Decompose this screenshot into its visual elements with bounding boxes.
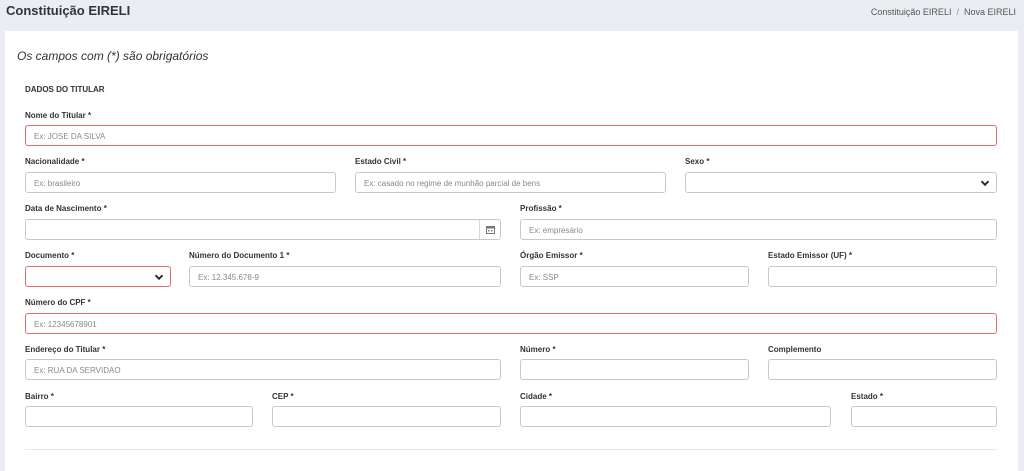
label-bairro: Bairro *	[25, 392, 54, 401]
page-header: Constituição EIRELI Constituição EIRELI /…	[0, 0, 1024, 30]
nacionalidade-placeholder: Ex: brasileiro	[34, 179, 81, 188]
breadcrumb-item-nova: Nova EIRELI	[963, 7, 1016, 17]
estado-input[interactable]	[851, 406, 997, 427]
label-sexo: Sexo *	[685, 157, 710, 166]
label-cidade: Cidade *	[520, 392, 553, 401]
cpf-input[interactable]: Ex: 12345678901	[25, 313, 997, 334]
nacionalidade-input[interactable]: Ex: brasileiro	[25, 172, 336, 193]
page-title: Constituição EIRELI	[6, 3, 131, 18]
profissao-placeholder: Ex: empresário	[529, 226, 583, 235]
data-nascimento-input[interactable]	[25, 219, 501, 240]
label-estado: Estado *	[851, 392, 884, 401]
sexo-select[interactable]	[685, 172, 997, 193]
nome-titular-placeholder: Ex: JOSE DA SILVA	[34, 132, 106, 141]
chevron-down-icon	[154, 274, 164, 281]
orgao-emissor-input[interactable]: Ex: SSP	[520, 266, 749, 287]
breadcrumb-item-constituicao[interactable]: Constituição EIRELI	[871, 7, 952, 17]
label-cep: CEP *	[272, 392, 294, 401]
nome-titular-input[interactable]: Ex: JOSE DA SILVA	[25, 125, 997, 146]
breadcrumb-separator: /	[956, 7, 959, 17]
estado-emissor-input[interactable]	[768, 266, 997, 287]
endereco-placeholder: Ex: RUA DA SERVIDAO	[34, 366, 121, 375]
bairro-input[interactable]	[25, 406, 253, 427]
label-estado-civil: Estado Civil *	[355, 157, 407, 166]
label-numero-documento: Número do Documento 1 *	[189, 251, 290, 260]
label-numero: Número *	[520, 345, 556, 354]
chevron-down-icon	[980, 180, 990, 187]
label-orgao-emissor: Órgão Emissor *	[520, 251, 583, 260]
label-nome-titular: Nome do Titular *	[25, 111, 92, 120]
label-estado-emissor: Estado Emissor (UF) *	[768, 251, 853, 260]
estado-civil-input[interactable]: Ex: casado no regime de munhão parcial d…	[355, 172, 666, 193]
numero-documento-input[interactable]: Ex: 12.345.678-9	[189, 266, 501, 287]
label-cpf: Número do CPF *	[25, 298, 91, 307]
label-documento: Documento *	[25, 251, 75, 260]
documento-select[interactable]	[25, 266, 171, 287]
label-endereco: Endereço do Titular *	[25, 345, 106, 354]
complemento-input[interactable]	[768, 359, 997, 380]
endereco-input[interactable]: Ex: RUA DA SERVIDAO	[25, 359, 501, 380]
numero-documento-placeholder: Ex: 12.345.678-9	[198, 273, 259, 282]
cep-input[interactable]	[272, 406, 501, 427]
label-complemento: Complemento	[768, 345, 822, 354]
section-title: DADOS DO TITULAR	[25, 85, 105, 94]
calendar-icon[interactable]	[479, 220, 500, 239]
breadcrumb: Constituição EIRELI / Nova EIRELI	[871, 7, 1016, 17]
cpf-placeholder: Ex: 12345678901	[34, 320, 97, 329]
label-nacionalidade: Nacionalidade *	[25, 157, 85, 166]
profissao-input[interactable]: Ex: empresário	[520, 219, 997, 240]
required-note: Os campos com (*) são obrigatórios	[17, 49, 209, 63]
orgao-emissor-placeholder: Ex: SSP	[529, 273, 559, 282]
cidade-input[interactable]	[520, 406, 831, 427]
divider	[25, 449, 997, 450]
label-data-nascimento: Data de Nascimento *	[25, 204, 107, 213]
calendar-icon-glyph	[485, 226, 495, 234]
estado-civil-placeholder: Ex: casado no regime de munhão parcial d…	[364, 179, 541, 188]
label-profissao: Profissão *	[520, 204, 562, 213]
form-card	[5, 31, 1018, 471]
numero-input[interactable]	[520, 359, 749, 380]
